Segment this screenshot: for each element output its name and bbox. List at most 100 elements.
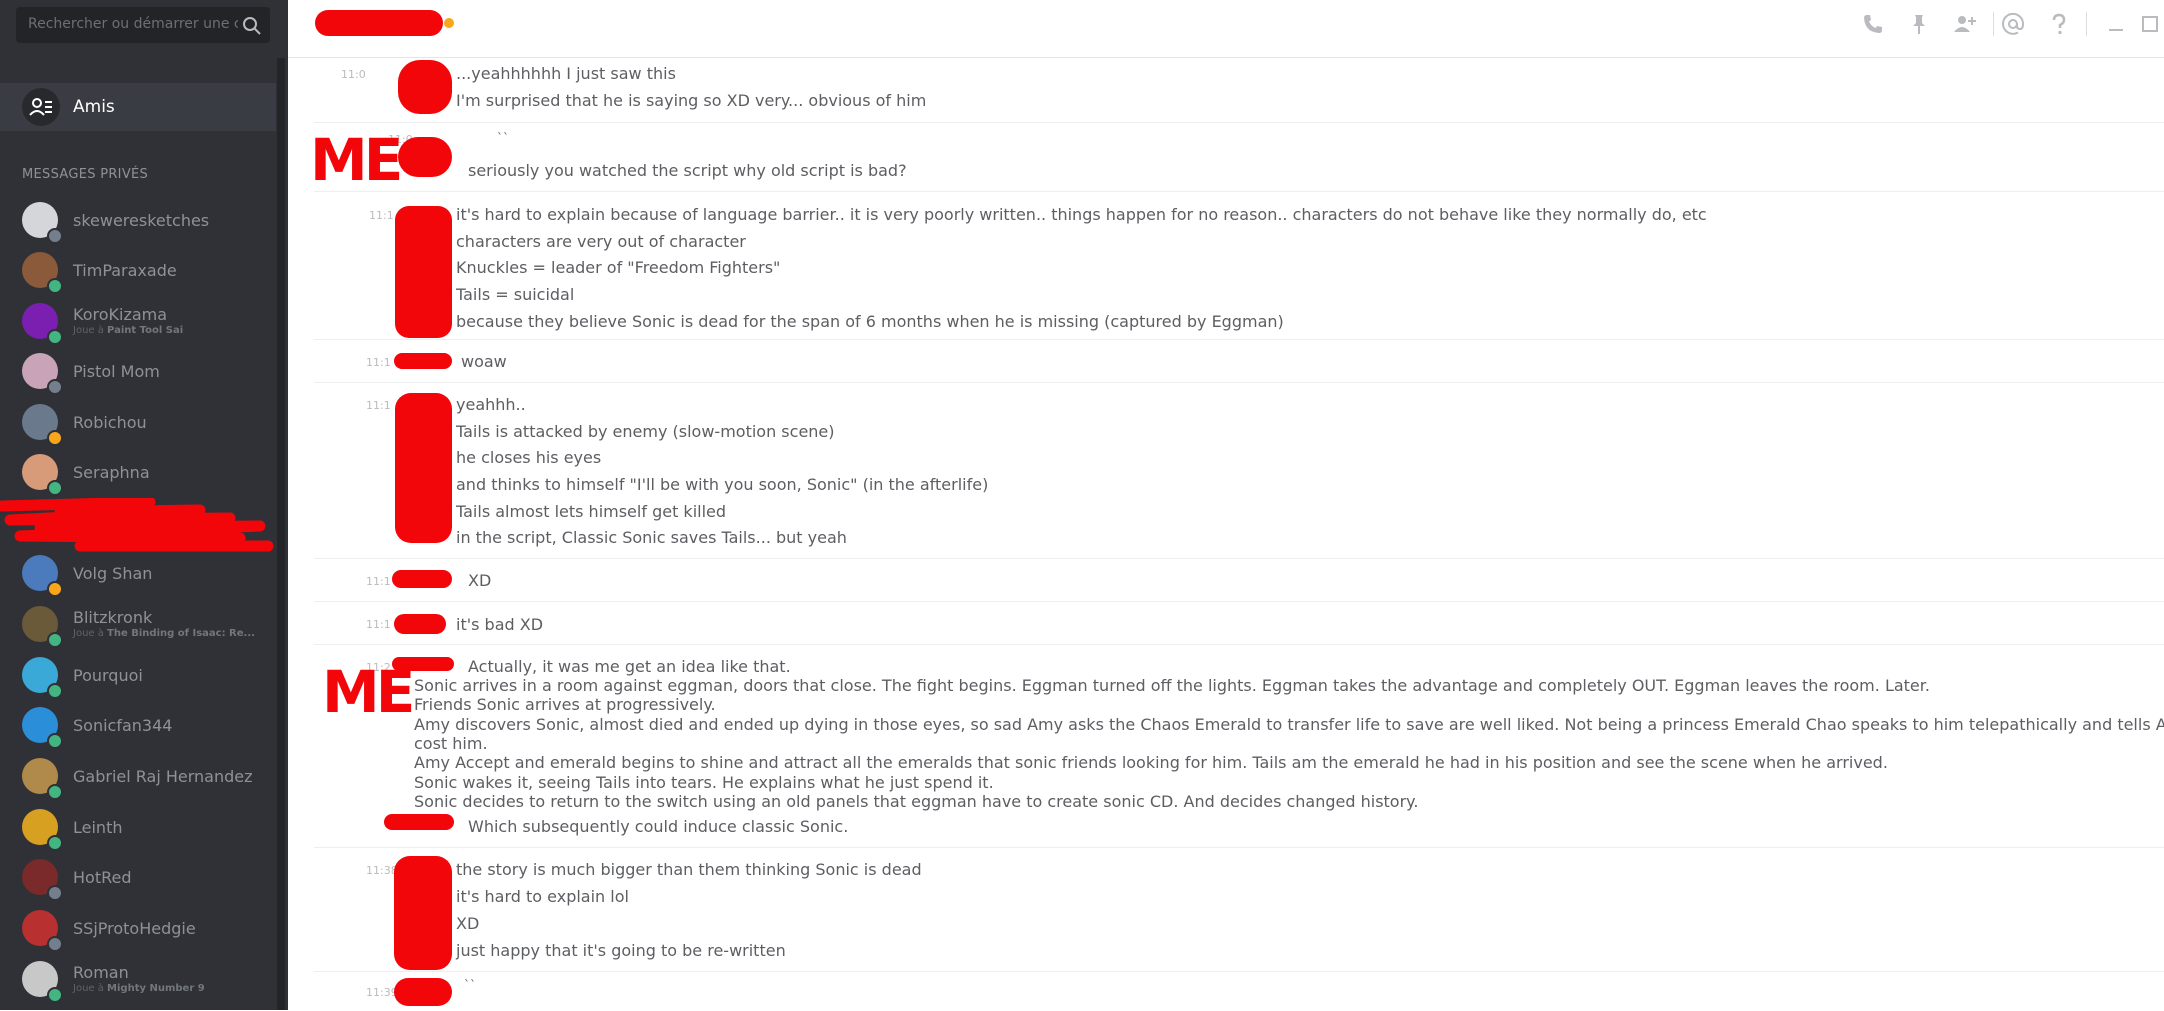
dm-item[interactable]: Leinth <box>0 803 276 851</box>
dm-item[interactable]: KoroKizama Joue à Paint Tool Sai <box>0 297 276 345</box>
dm-name: Roman <box>73 963 129 982</box>
message-line: `` <box>497 131 509 145</box>
dm-item[interactable]: SSjProtoHedgie <box>0 904 276 952</box>
dm-name: Volg Shan <box>73 564 153 583</box>
friends-icon <box>22 88 60 126</box>
redacted-avatar <box>394 856 452 970</box>
message-timestamp: 11:1 <box>369 209 394 222</box>
dm-name: Pourquoi <box>73 666 143 685</box>
dm-name: KoroKizama <box>73 305 168 324</box>
activity-prefix: Joue à <box>73 628 108 639</box>
status-indicator <box>47 581 63 597</box>
maximize-icon[interactable] <box>2138 12 2162 36</box>
help-icon[interactable] <box>2047 12 2071 36</box>
add-friend-icon[interactable] <box>1953 12 1977 36</box>
message-group: 11:38 the story is much bigger than them… <box>314 847 2164 971</box>
message-line: Which subsequently could induce classic … <box>468 817 849 836</box>
mention-icon[interactable] <box>2001 12 2025 36</box>
status-indicator <box>47 228 63 244</box>
message-line: Knuckles = leader of "Freedom Fighters" <box>456 258 781 277</box>
status-indicator <box>47 835 63 851</box>
redacted-avatar <box>394 353 452 369</box>
dm-item[interactable]: Robichou <box>0 398 276 446</box>
dm-activity: Joue à Mighty Number 9 <box>73 983 205 994</box>
message-line: it's bad XD <box>456 615 544 634</box>
dm-item[interactable]: Seraphna <box>0 448 276 496</box>
message-line: Sonic decides to return to the switch us… <box>414 792 1419 811</box>
dm-item[interactable]: Roman Joue à Mighty Number 9 <box>0 955 276 1003</box>
message-line: XD <box>468 571 492 590</box>
dm-item[interactable]: Volg Shan <box>0 549 276 597</box>
dm-name: Blitzkronk <box>73 608 153 627</box>
dm-activity: Joue à The Binding of Isaac: Re... <box>73 628 255 639</box>
message-timestamp: 11:38 <box>366 864 398 877</box>
dm-item[interactable]: Blitzkronk Joue à The Binding of Isaac: R… <box>0 600 276 648</box>
dm-name: Pistol Mom <box>73 362 160 381</box>
friends-label: Amis <box>73 97 115 117</box>
dm-name: TimParaxade <box>73 261 177 280</box>
dm-item[interactable]: HotRed <box>0 853 276 901</box>
search-icon[interactable] <box>242 16 262 36</box>
message-line: seriously you watched the script why old… <box>468 161 907 180</box>
status-indicator <box>47 987 63 1003</box>
message-group: 11:1 woaw <box>314 339 2164 382</box>
message-line: it's hard to explain because of language… <box>456 205 1707 224</box>
dm-item[interactable]: Pistol Mom <box>0 347 276 395</box>
message-timestamp: 11:1 <box>366 399 391 412</box>
dm-item[interactable]: TimParaxade <box>0 246 276 294</box>
status-indicator <box>47 683 63 699</box>
dm-item[interactable]: skeweresketches <box>0 196 276 244</box>
search-bar[interactable]: Rechercher ou démarrer une conversation <box>16 7 270 43</box>
status-indicator <box>47 936 63 952</box>
status-indicator <box>47 278 63 294</box>
activity-prefix: Joue à <box>73 983 108 994</box>
message-line: yeahhh.. <box>456 395 526 414</box>
friends-nav-item[interactable]: Amis <box>0 83 276 131</box>
message-line: the story is much bigger than them think… <box>456 860 922 879</box>
status-indicator <box>47 379 63 395</box>
message-line: Amy Accept and emerald begins to shine a… <box>414 753 1888 772</box>
redacted-username <box>384 814 454 830</box>
message-group: 11:0 `` seriously you watched the script… <box>314 122 2164 191</box>
message-group: 11:0 ...yeahhhhhh I just saw this I'm su… <box>314 58 2164 121</box>
chat-header <box>288 0 2164 58</box>
message-timestamp: 11:1 <box>366 618 391 631</box>
header-divider <box>2086 12 2087 36</box>
phone-icon[interactable] <box>1861 12 1885 36</box>
dm-item[interactable]: Sonicfan344 <box>0 701 276 749</box>
message-line: it's hard to explain lol <box>456 887 629 906</box>
message-line: Tails is attacked by enemy (slow-motion … <box>456 422 835 441</box>
dm-name: Sonicfan344 <box>73 716 173 735</box>
minimize-icon[interactable] <box>2105 12 2129 36</box>
status-indicator <box>47 733 63 749</box>
activity-game: The Binding of Isaac: Re... <box>107 628 255 639</box>
sidebar: Rechercher ou démarrer une conversation … <box>0 0 288 1010</box>
dm-item[interactable]: Pourquoi <box>0 651 276 699</box>
message-line: characters are very out of character <box>456 232 746 251</box>
message-line: because they believe Sonic is dead for t… <box>456 312 1284 331</box>
activity-game: Paint Tool Sai <box>107 325 184 336</box>
message-line: `` <box>464 978 476 992</box>
status-indicator <box>47 480 63 496</box>
dm-name: Gabriel Raj Hernandez <box>73 767 253 786</box>
dm-activity: Joue à Paint Tool Sai <box>73 325 183 336</box>
message-group: 11:1 it's bad XD <box>314 601 2164 644</box>
redacted-avatar <box>395 393 452 543</box>
status-indicator <box>47 885 63 901</box>
search-placeholder: Rechercher ou démarrer une conversation <box>28 16 238 32</box>
message-area: 11:0 ...yeahhhhhh I just saw this I'm su… <box>288 58 2164 1010</box>
header-divider <box>1993 12 1994 36</box>
message-line: in the script, Classic Sonic saves Tails… <box>456 528 847 547</box>
status-indicator <box>47 430 63 446</box>
message-line: XD <box>456 914 480 933</box>
message-line: Sonic wakes it, seeing Tails into tears.… <box>414 773 994 792</box>
dm-section-title: MESSAGES PRIVÉS <box>22 167 149 182</box>
dm-name: HotRed <box>73 868 132 887</box>
message-group: 11:39 `` <box>314 971 2164 1011</box>
dm-item[interactable]: Gabriel Raj Hernandez <box>0 752 276 800</box>
pin-icon[interactable] <box>1907 12 1931 36</box>
redacted-avatar <box>395 206 452 338</box>
handwritten-me-label: ME <box>310 126 403 194</box>
dm-name: Leinth <box>73 818 123 837</box>
sidebar-scrollbar[interactable] <box>277 58 285 1010</box>
